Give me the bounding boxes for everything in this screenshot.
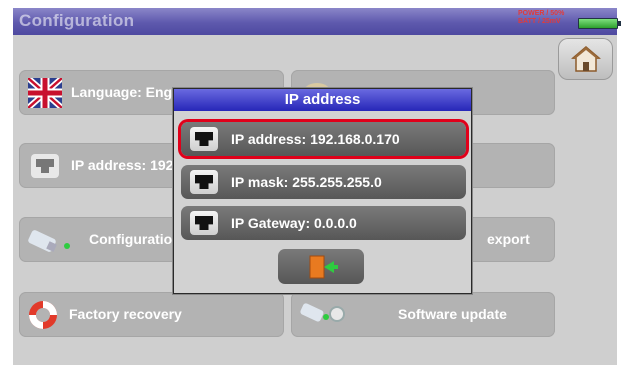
battery-icon: [578, 18, 621, 29]
ip-address-row-label: IP address: 192.168.0.170: [231, 131, 400, 147]
exit-door-icon: [309, 255, 338, 279]
export-label: export: [487, 231, 530, 247]
ip-address-row[interactable]: IP address: 192.168.0.170: [181, 122, 466, 156]
uk-flag-icon: [28, 78, 62, 108]
window-title: Configuration: [19, 11, 135, 30]
configuration-label: Configuration: [89, 231, 181, 247]
factory-recovery-label: Factory recovery: [69, 306, 182, 322]
ip-address-dialog: IP address IP address: 192.168.0.170 IP …: [173, 88, 472, 294]
ip-gateway-row[interactable]: IP Gateway: 0.0.0.0: [181, 206, 466, 240]
status-line-2: BATT / 25mV: [518, 18, 561, 25]
ip-mask-row[interactable]: IP mask: 255.255.255.0: [181, 165, 466, 199]
home-icon: [571, 46, 601, 72]
dialog-title: IP address: [174, 89, 471, 111]
screen: Configuration POWER / 50% BATT / 25mV La…: [0, 0, 629, 365]
network-icon: [190, 170, 218, 194]
usb-icon: [28, 230, 70, 252]
lifebuoy-icon: [29, 301, 57, 329]
ip-gateway-row-label: IP Gateway: 0.0.0.0: [231, 215, 357, 231]
network-icon: [31, 154, 59, 178]
status-readout: POWER / 50% BATT / 25mV: [518, 10, 578, 26]
software-update-tile[interactable]: Software update: [291, 292, 555, 337]
usb-update-icon: [300, 303, 345, 322]
network-icon: [190, 211, 218, 235]
software-update-label: Software update: [398, 306, 507, 322]
home-button[interactable]: [558, 38, 613, 80]
network-icon: [190, 127, 218, 151]
exit-button[interactable]: [278, 249, 364, 284]
factory-recovery-tile[interactable]: Factory recovery: [19, 292, 284, 337]
ip-mask-row-label: IP mask: 255.255.255.0: [231, 174, 382, 190]
status-line-1: POWER / 50%: [518, 10, 565, 17]
title-bar: Configuration POWER / 50% BATT / 25mV: [13, 8, 621, 35]
